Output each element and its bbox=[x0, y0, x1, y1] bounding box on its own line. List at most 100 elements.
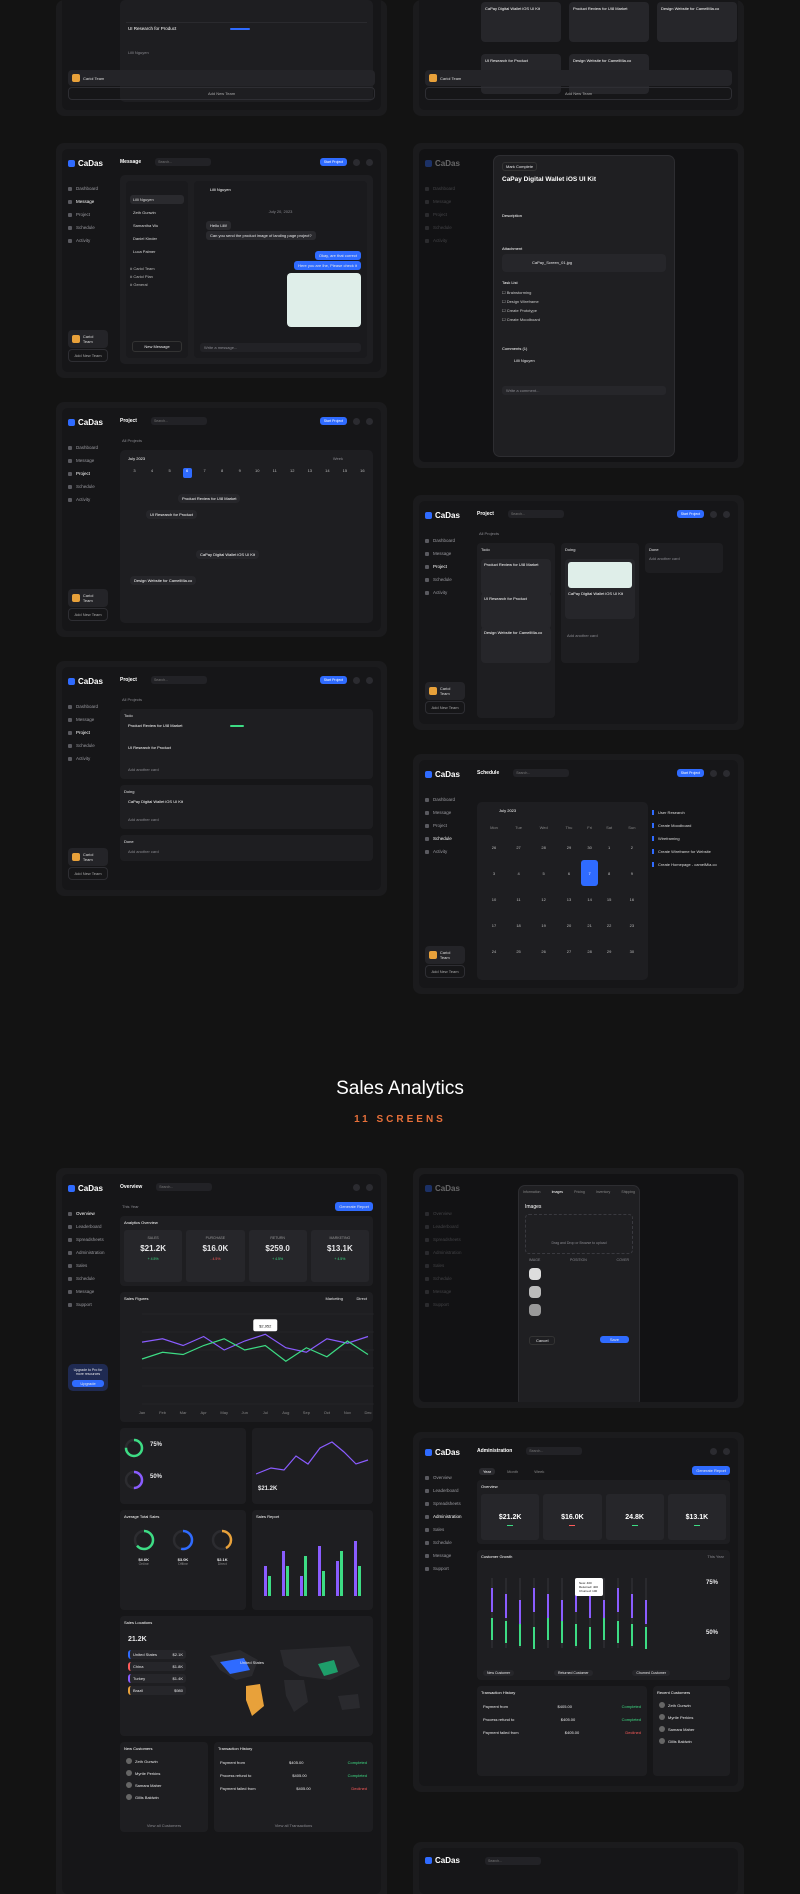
calendar-day[interactable]: 9 bbox=[620, 860, 644, 886]
day-cell[interactable]: 13 bbox=[305, 468, 314, 478]
add-card-button[interactable]: Add another card bbox=[567, 633, 598, 638]
calendar-day[interactable]: 11 bbox=[507, 886, 530, 912]
nav-schedule[interactable]: Schedule bbox=[68, 1276, 108, 1281]
add-team-button[interactable]: Add New Team bbox=[425, 87, 732, 100]
group-item[interactable]: # General bbox=[130, 282, 184, 287]
legend-item[interactable]: Returned Customer bbox=[554, 1670, 593, 1676]
search-input[interactable]: Search... bbox=[150, 417, 207, 425]
avatar[interactable] bbox=[366, 417, 373, 425]
calendar-day[interactable]: 27 bbox=[557, 938, 581, 964]
period-tab[interactable]: Month bbox=[503, 1468, 522, 1475]
legend-marketing[interactable]: Marketing bbox=[325, 1296, 343, 1301]
nav-administration[interactable]: Administration bbox=[425, 1514, 465, 1519]
nav-message[interactable]: Message bbox=[68, 1289, 108, 1294]
calendar-day[interactable]: 18 bbox=[507, 912, 530, 938]
day-cell[interactable]: 7 bbox=[200, 468, 209, 478]
nav-schedule[interactable]: Schedule bbox=[68, 225, 108, 230]
nav-message[interactable]: Message bbox=[425, 551, 465, 556]
contact-item[interactable]: Lilli Nguyen bbox=[130, 195, 184, 204]
timeline-task[interactable]: UI Research for Product bbox=[146, 510, 197, 519]
add-card-button[interactable]: Add another card bbox=[128, 817, 159, 822]
add-team-button[interactable]: Add New Team bbox=[68, 867, 108, 880]
nav-message[interactable]: Message bbox=[425, 810, 465, 815]
modal-tab[interactable]: Inventory bbox=[596, 1190, 610, 1194]
timeline-task[interactable]: Design Website for CamelMia.co bbox=[130, 576, 197, 585]
add-team-button[interactable]: Add New Team bbox=[68, 608, 108, 621]
nav-message[interactable]: Message bbox=[425, 199, 465, 204]
modal-tab[interactable]: Pricing bbox=[574, 1190, 585, 1194]
add-team-button[interactable]: Add New Team bbox=[68, 87, 375, 100]
team-switcher[interactable]: Cariol Team bbox=[68, 848, 108, 866]
calendar-day[interactable]: 15 bbox=[598, 886, 619, 912]
list-row[interactable]: UI Research for Product bbox=[128, 745, 171, 750]
agenda-item[interactable]: Create Moodboard bbox=[652, 823, 730, 828]
notification-icon[interactable] bbox=[353, 676, 360, 684]
start-project-button[interactable]: Start Project bbox=[319, 158, 347, 166]
bell-icon[interactable] bbox=[710, 1447, 717, 1455]
notification-icon[interactable] bbox=[710, 769, 717, 777]
view-all-customers[interactable]: View all Customers bbox=[126, 1823, 202, 1828]
project-filter[interactable]: All Projects bbox=[479, 531, 499, 536]
nav-dashboard[interactable]: Dashboard bbox=[68, 186, 108, 191]
add-team-button[interactable]: Add New Team bbox=[68, 349, 108, 362]
cancel-button[interactable]: Cancel bbox=[529, 1336, 556, 1345]
bell-icon[interactable] bbox=[353, 1183, 360, 1191]
customer-row[interactable]: Samara Maher bbox=[126, 1782, 161, 1788]
nav-message[interactable]: Message bbox=[68, 717, 108, 722]
nav-dashboard[interactable]: Dashboard bbox=[425, 186, 465, 191]
calendar-day[interactable]: 28 bbox=[581, 938, 599, 964]
timeline-range[interactable]: Week bbox=[333, 456, 343, 461]
day-cell[interactable]: 8 bbox=[218, 468, 227, 478]
day-cell[interactable]: 12 bbox=[288, 468, 297, 478]
calendar-day[interactable]: 30 bbox=[581, 834, 599, 860]
avatar[interactable] bbox=[723, 769, 730, 777]
team-switcher[interactable]: Cariol Team bbox=[425, 682, 465, 700]
start-project-button[interactable]: Start Project bbox=[319, 676, 347, 684]
nav-overview[interactable]: Overview bbox=[68, 1211, 108, 1216]
period-tab[interactable]: Week bbox=[530, 1468, 548, 1475]
team-switcher[interactable]: Cariol Team bbox=[425, 70, 732, 86]
search-input[interactable]: Search... bbox=[526, 1447, 583, 1455]
nav-activity[interactable]: Activity bbox=[425, 238, 465, 243]
upload-dropzone[interactable]: Drag and Drop or Browse to upload bbox=[525, 1214, 633, 1254]
country-row[interactable]: Turkey $1.4K bbox=[128, 1674, 186, 1683]
calendar-day[interactable]: 21 bbox=[581, 912, 599, 938]
nav-schedule[interactable]: Schedule bbox=[425, 577, 465, 582]
calendar-day[interactable]: 27 bbox=[507, 834, 530, 860]
nav-sales[interactable]: Sales bbox=[68, 1263, 108, 1268]
task-title[interactable]: UI Research for Product bbox=[128, 26, 176, 31]
nav-message[interactable]: Message bbox=[68, 199, 108, 204]
start-project-button[interactable]: Start Project bbox=[676, 769, 704, 777]
add-card-button[interactable]: Add another card bbox=[128, 849, 159, 854]
country-row[interactable]: China $1.8K bbox=[128, 1662, 186, 1671]
calendar-day[interactable]: 3 bbox=[481, 860, 507, 886]
nav-activity[interactable]: Activity bbox=[425, 590, 465, 595]
notification-icon[interactable] bbox=[710, 510, 717, 518]
search-input[interactable]: Search... bbox=[485, 1857, 541, 1865]
add-card-button[interactable]: Add another card bbox=[645, 556, 723, 561]
avatar[interactable] bbox=[366, 1183, 373, 1191]
nav-project[interactable]: Project bbox=[425, 212, 465, 217]
subtask-item[interactable]: ☐ Create Moodboard bbox=[502, 317, 540, 322]
agenda-item[interactable]: Create Homepage - camelMia.co bbox=[652, 862, 730, 867]
calendar-day[interactable]: 10 bbox=[481, 886, 507, 912]
calendar-day[interactable]: 14 bbox=[581, 886, 599, 912]
save-button[interactable]: Save bbox=[599, 1336, 629, 1343]
calendar-day[interactable]: 17 bbox=[481, 912, 507, 938]
calendar-day[interactable]: 7 bbox=[580, 860, 599, 886]
calendar-day[interactable]: 1 bbox=[598, 834, 619, 860]
growth-filter[interactable]: This Year bbox=[707, 1554, 724, 1559]
day-cell[interactable]: 14 bbox=[323, 468, 332, 478]
period-filter[interactable]: This Year bbox=[122, 1204, 139, 1209]
nav-schedule[interactable]: Schedule bbox=[425, 836, 465, 841]
calendar-day[interactable]: 2 bbox=[620, 834, 644, 860]
project-filter[interactable]: All Projects bbox=[122, 438, 142, 443]
calendar-day[interactable]: 16 bbox=[620, 886, 644, 912]
team-switcher[interactable]: Cariol Team bbox=[68, 70, 375, 86]
day-cell[interactable]: 5 bbox=[165, 468, 174, 478]
transaction-row[interactable]: Payment failed from $405.00 Declined bbox=[220, 1786, 367, 1791]
nav-support[interactable]: Support bbox=[425, 1566, 465, 1571]
day-cell[interactable]: 4 bbox=[148, 468, 157, 478]
avatar[interactable] bbox=[723, 1447, 730, 1455]
message-input[interactable]: Write a message... bbox=[200, 343, 361, 352]
